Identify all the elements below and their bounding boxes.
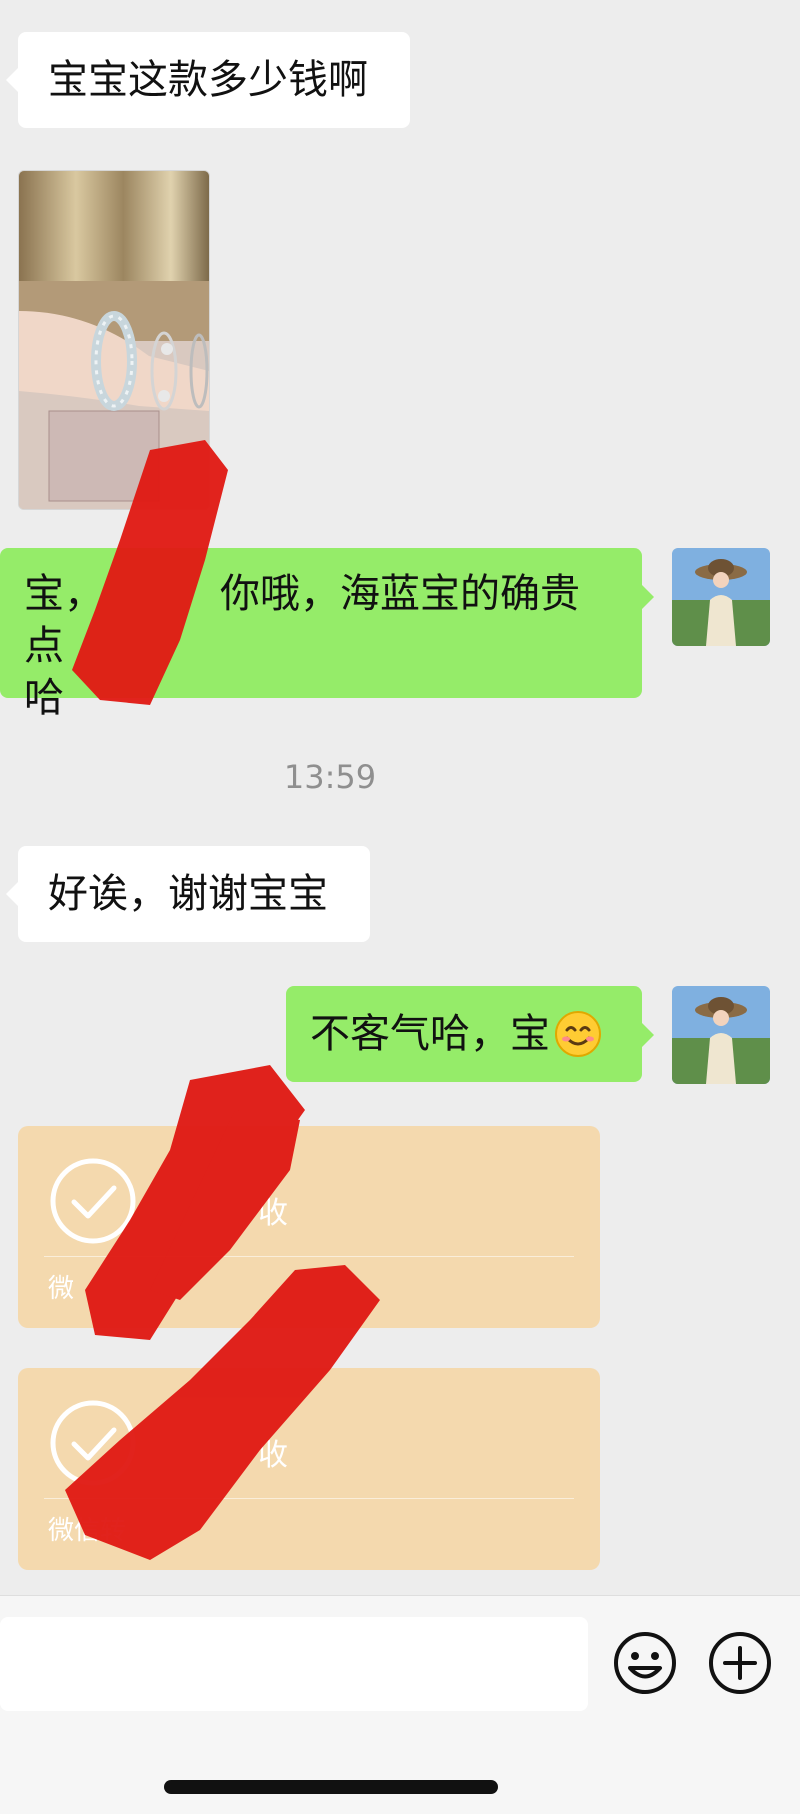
message-timestamp: 13:59	[283, 758, 377, 796]
message-text: 好诶，谢谢宝宝	[48, 871, 328, 917]
incoming-image-message[interactable]	[18, 170, 210, 510]
check-circle-icon	[50, 1400, 136, 1486]
transfer-card[interactable]: 收 微	[18, 1126, 600, 1328]
divider	[44, 1256, 574, 1257]
message-input[interactable]	[0, 1617, 588, 1711]
smiley-icon[interactable]	[612, 1630, 678, 1696]
user-avatar[interactable]	[672, 548, 770, 646]
message-text-line: 哈	[24, 675, 64, 721]
incoming-message-bubble[interactable]: 宝宝这款多少钱啊	[6, 32, 410, 128]
outgoing-message-bubble[interactable]: 不客气哈，宝	[286, 986, 654, 1082]
home-indicator[interactable]	[164, 1780, 498, 1794]
transfer-footer: 微	[48, 1274, 75, 1304]
outgoing-message-bubble[interactable]: 宝， 你哦，海蓝宝的确贵点 哈	[0, 548, 654, 721]
transfer-status: 收	[258, 1438, 288, 1473]
check-circle-icon	[50, 1158, 136, 1244]
smiling-face-icon	[555, 1011, 601, 1057]
incoming-message-bubble[interactable]: 好诶，谢谢宝宝	[6, 846, 370, 942]
message-text: 宝宝这款多少钱啊	[48, 57, 368, 103]
divider	[44, 1498, 574, 1499]
message-text-line: 宝， 你哦，海蓝宝的确贵点	[24, 571, 580, 669]
transfer-card[interactable]: 收 微信转	[18, 1368, 600, 1570]
transfer-status: 收	[258, 1196, 288, 1231]
plus-circle-icon[interactable]	[707, 1630, 773, 1696]
message-text: 不客气哈，宝	[310, 1011, 550, 1057]
avatar-icon	[672, 548, 770, 646]
bracelet-photo	[19, 171, 209, 509]
avatar-icon	[672, 986, 770, 1084]
user-avatar[interactable]	[672, 986, 770, 1084]
transfer-footer: 微信转	[48, 1516, 127, 1546]
